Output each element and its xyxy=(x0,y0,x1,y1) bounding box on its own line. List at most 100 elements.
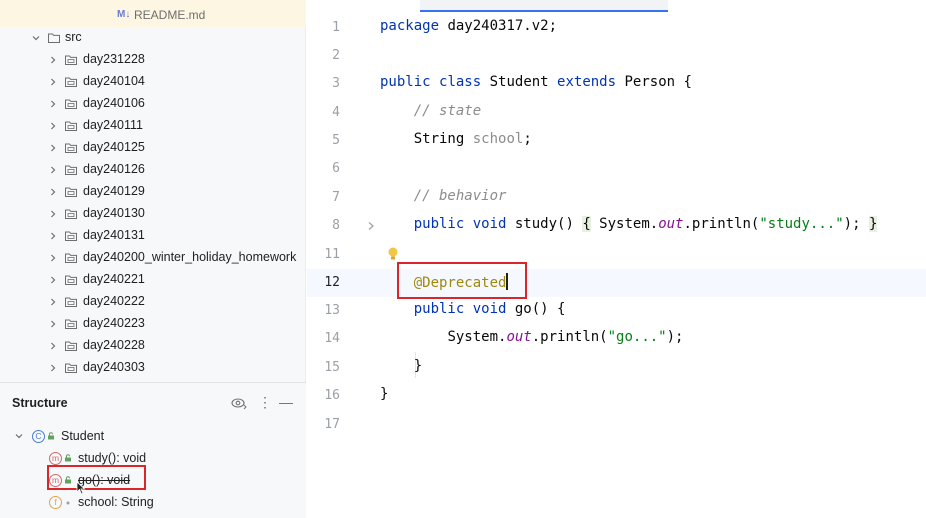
line-number: 17 xyxy=(324,417,340,432)
line-number: 7 xyxy=(332,190,340,205)
chevron-right-icon[interactable] xyxy=(48,319,58,329)
package-folder-icon xyxy=(64,295,78,309)
chevron-right-icon[interactable] xyxy=(48,143,58,153)
folder-icon xyxy=(47,31,61,45)
editor-tab[interactable] xyxy=(420,0,668,10)
line-number: 1 xyxy=(332,20,340,35)
code-line[interactable]: 16 } xyxy=(307,382,926,410)
package-folder-icon xyxy=(64,361,78,375)
code-line[interactable]: 14 System.out.println("go..."); xyxy=(307,325,926,353)
chevron-right-icon[interactable] xyxy=(48,275,58,285)
chevron-right-icon[interactable] xyxy=(48,297,58,307)
tree-item-folder[interactable]: day240131 xyxy=(0,225,306,247)
code-line[interactable]: 4 // state xyxy=(307,99,926,127)
code-line[interactable]: 13 public void go() { xyxy=(307,297,926,325)
tree-item-folder[interactable]: day240130 xyxy=(0,203,306,225)
tree-item-label: day240303 xyxy=(83,360,145,374)
tree-item-folder[interactable]: day240106 xyxy=(0,93,306,115)
tree-item-folder[interactable]: day240222 xyxy=(0,291,306,313)
package-folder-icon xyxy=(64,97,78,111)
structure-class-label: Student xyxy=(61,429,105,443)
chevron-right-icon[interactable] xyxy=(48,209,58,219)
structure-member-school[interactable]: f school: String xyxy=(49,492,154,512)
code-line[interactable]: 17 xyxy=(307,411,926,439)
code-line[interactable]: 7 // behavior xyxy=(307,184,926,212)
chevron-right-icon[interactable] xyxy=(48,187,58,197)
minimize-icon[interactable]: — xyxy=(279,393,293,411)
chevron-right-icon[interactable] xyxy=(48,253,58,263)
public-access-icon xyxy=(65,454,71,462)
lightbulb-icon[interactable] xyxy=(387,247,399,261)
code-line[interactable]: 6 xyxy=(307,155,926,183)
tree-item-folder[interactable]: day240223 xyxy=(0,313,306,335)
package-folder-icon xyxy=(64,207,78,221)
chevron-down-icon[interactable] xyxy=(14,431,24,441)
tree-item-label: day240130 xyxy=(83,206,145,220)
code-line[interactable]: 1 package day240317.v2; xyxy=(307,14,926,42)
chevron-right-icon[interactable] xyxy=(48,341,58,351)
chevron-right-icon[interactable] xyxy=(48,99,58,109)
tree-item-folder[interactable]: day240111 xyxy=(0,115,306,137)
chevron-right-icon[interactable] xyxy=(48,231,58,241)
chevron-right-icon[interactable] xyxy=(48,363,58,373)
tree-item-folder[interactable]: day231228 xyxy=(0,49,306,71)
package-folder-icon xyxy=(64,229,78,243)
eye-icon[interactable] xyxy=(231,396,247,410)
tree-item-folder[interactable]: day240200_winter_holiday_homework xyxy=(0,247,306,269)
line-number: 12 xyxy=(324,275,340,290)
package-access-icon xyxy=(66,501,70,505)
active-tab-indicator xyxy=(420,10,668,12)
chevron-right-icon[interactable] xyxy=(48,165,58,175)
more-options-icon[interactable]: ⋮ xyxy=(258,393,272,411)
line-number: 13 xyxy=(324,303,340,318)
package-folder-icon xyxy=(64,339,78,353)
tree-item-label: day240223 xyxy=(83,316,145,330)
chevron-right-icon[interactable] xyxy=(367,221,375,231)
tree-item-label: src xyxy=(65,30,82,44)
code-line[interactable]: 2 xyxy=(307,42,926,70)
tree-item-src[interactable]: src xyxy=(0,27,306,49)
tree-item-label: day240104 xyxy=(83,74,145,88)
chevron-right-icon[interactable] xyxy=(48,55,58,65)
line-number: 3 xyxy=(332,76,340,91)
markdown-icon: M↓ xyxy=(117,9,131,20)
tree-item-folder[interactable]: day240221 xyxy=(0,269,306,291)
tree-item-label: day240228 xyxy=(83,338,145,352)
tree-item-label: day240126 xyxy=(83,162,145,176)
tree-item-readme[interactable]: M↓ README.md xyxy=(0,0,306,27)
chevron-down-icon[interactable] xyxy=(31,33,41,43)
code-line[interactable]: 5 String school; xyxy=(307,127,926,155)
line-number: 4 xyxy=(332,105,340,120)
code-line[interactable]: 3 public class Student extends Person { xyxy=(307,70,926,98)
chevron-right-icon[interactable] xyxy=(48,77,58,87)
tree-item-folder[interactable]: day240126 xyxy=(0,159,306,181)
public-access-icon xyxy=(48,432,54,440)
tree-item-label: day231228 xyxy=(83,52,145,66)
tree-item-label: day240222 xyxy=(83,294,145,308)
tree-item-label: day240125 xyxy=(83,140,145,154)
tree-item-folder[interactable]: day240303 xyxy=(0,357,306,379)
tree-item-folder[interactable]: day240129 xyxy=(0,181,306,203)
package-folder-icon xyxy=(64,163,78,177)
structure-title: Structure xyxy=(12,396,68,410)
field-icon: f xyxy=(49,495,62,509)
structure-member-label: school: String xyxy=(78,495,154,509)
code-line[interactable]: 15 } xyxy=(307,354,926,382)
tree-item-label: day240111 xyxy=(83,118,144,132)
method-icon: m xyxy=(49,451,62,465)
code-line[interactable]: 8 public void study() { System.out.print… xyxy=(307,212,926,240)
package-folder-icon xyxy=(64,75,78,89)
structure-class-row[interactable]: C Student xyxy=(14,426,104,446)
tree-item-label: day240106 xyxy=(83,96,145,110)
tree-item-folder[interactable]: day240125 xyxy=(0,137,306,159)
tree-item-folder[interactable]: day240228 xyxy=(0,335,306,357)
tree-item-folder[interactable]: day240104 xyxy=(0,71,306,93)
line-number: 5 xyxy=(332,133,340,148)
line-number: 16 xyxy=(324,388,340,403)
package-folder-icon xyxy=(64,273,78,287)
line-number: 14 xyxy=(324,331,340,346)
line-number: 8 xyxy=(332,218,340,233)
package-folder-icon xyxy=(64,141,78,155)
chevron-right-icon[interactable] xyxy=(48,121,58,131)
line-number: 15 xyxy=(324,360,340,375)
